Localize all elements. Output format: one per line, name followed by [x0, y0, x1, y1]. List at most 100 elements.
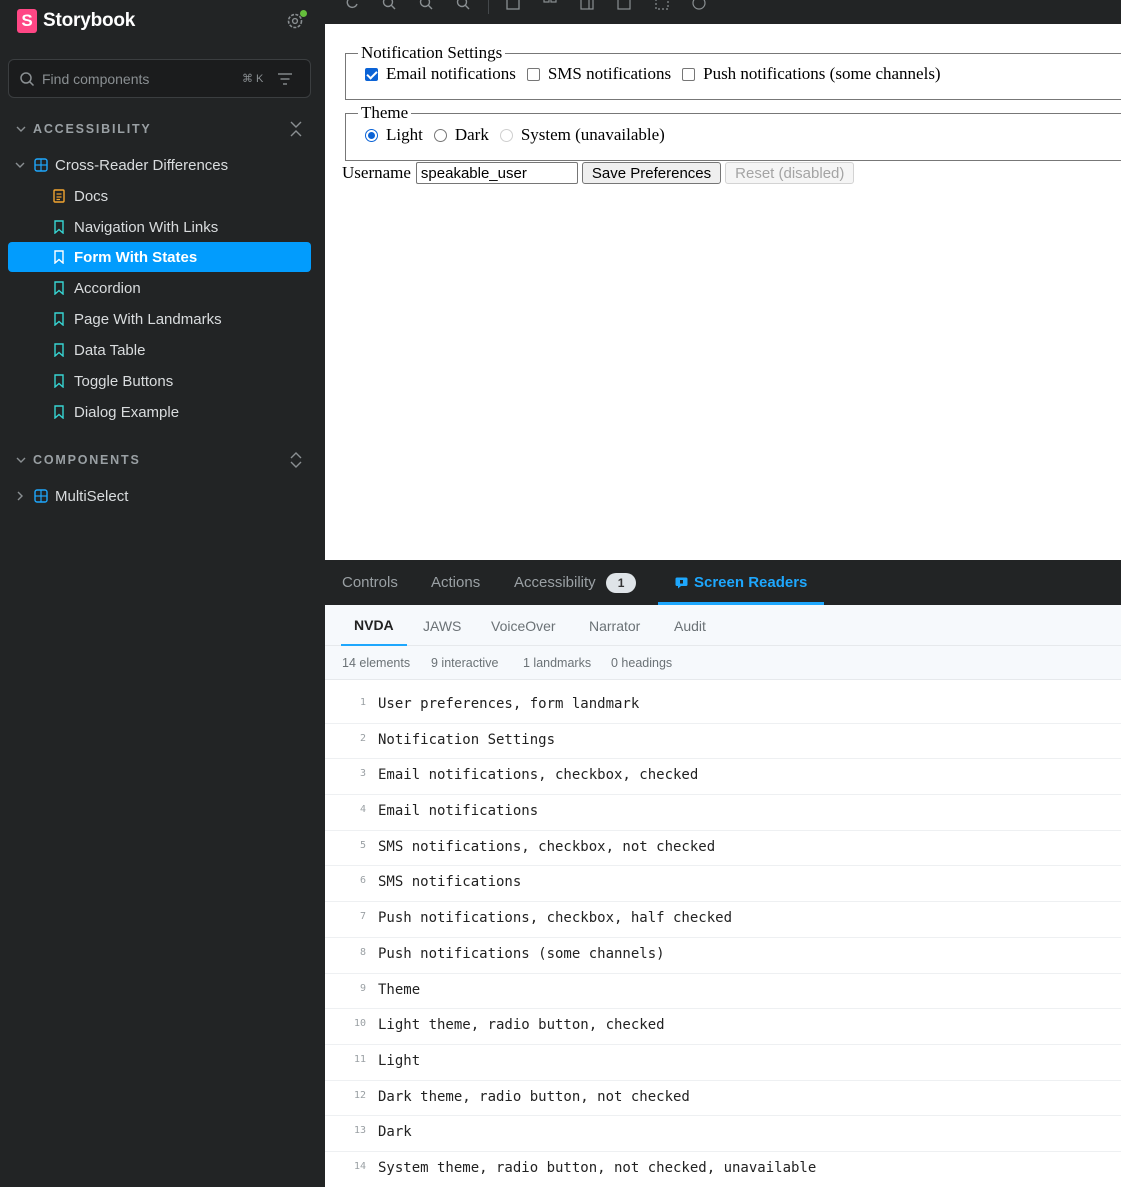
- output-row: 11 Light: [325, 1045, 1121, 1081]
- story-data-table[interactable]: Data Table: [8, 335, 311, 365]
- zoom-in-icon[interactable]: [382, 0, 396, 10]
- output-row: 5 SMS notifications, checkbox, not checke…: [325, 831, 1121, 867]
- notification-settings-legend: Notification Settings: [361, 43, 503, 62]
- zoom-reset-icon[interactable]: [456, 0, 470, 10]
- story-label: Accordion: [74, 279, 141, 297]
- grid-icon[interactable]: [543, 0, 557, 10]
- line-number: 5: [359, 839, 366, 851]
- push-notifications-label: Push notifications (some channels): [703, 64, 941, 83]
- story-navigation-with-links[interactable]: Navigation With Links: [8, 212, 311, 242]
- story-page-with-landmarks[interactable]: Page With Landmarks: [8, 304, 311, 334]
- bookmark-icon: [54, 374, 64, 388]
- tab-label: JAWS: [423, 617, 462, 634]
- output-row: 3 Email notifications, checkbox, checked: [325, 759, 1121, 796]
- viewport-icon[interactable]: [617, 0, 631, 10]
- line-number: 12: [353, 1089, 366, 1101]
- accessibility-icon[interactable]: [692, 0, 706, 10]
- announcement-text: Dark theme, radio button, not checked: [378, 1088, 690, 1105]
- update-indicator-dot: [300, 10, 307, 17]
- reader-tabs: NVDA JAWS VoiceOver Narrator Audit: [325, 605, 1121, 646]
- email-notifications-label: Email notifications: [386, 64, 516, 83]
- section-components[interactable]: COMPONENTS: [16, 450, 311, 470]
- light-theme-label: Light: [386, 125, 423, 144]
- tab-narrator[interactable]: Narrator: [589, 605, 640, 646]
- bookmark-icon: [54, 220, 64, 234]
- element-count: 14 elements: [342, 656, 411, 670]
- filter-icon[interactable]: [278, 72, 293, 85]
- line-number: 7: [359, 911, 366, 923]
- story-toggle-buttons[interactable]: Toggle Buttons: [8, 366, 311, 396]
- announcement-text: SMS notifications: [378, 874, 522, 891]
- search-box[interactable]: ⌘ K: [8, 59, 311, 98]
- zoom-out-icon[interactable]: [419, 0, 433, 10]
- announcement-text: Notification Settings: [378, 731, 556, 748]
- theme-fieldset: Theme Light Dark System (unavailable): [345, 103, 1121, 161]
- tab-voiceover[interactable]: VoiceOver: [491, 605, 556, 646]
- tab-audit[interactable]: Audit: [674, 605, 706, 646]
- search-icon: [20, 71, 35, 86]
- story-form-with-states[interactable]: Form With States: [8, 242, 311, 272]
- story-label: Form With States: [74, 248, 198, 266]
- line-number: 10: [353, 1018, 366, 1030]
- background-icon[interactable]: [506, 0, 520, 10]
- line-number: 14: [353, 1160, 366, 1172]
- username-input[interactable]: [415, 162, 578, 184]
- heading-count: 0 headings: [611, 656, 673, 670]
- dark-theme-radio[interactable]: [433, 128, 447, 142]
- search-input[interactable]: [42, 70, 232, 87]
- output-row: 10 Light theme, radio button, checked: [325, 1009, 1121, 1045]
- story-preview: Notification Settings Email notification…: [325, 24, 1121, 560]
- reload-icon[interactable]: [345, 0, 359, 10]
- collapse-all-icon[interactable]: [289, 119, 303, 139]
- storybook-logo: S: [17, 9, 37, 33]
- story-dialog-example[interactable]: Dialog Example: [8, 397, 311, 427]
- section-accessibility[interactable]: ACCESSIBILITY: [16, 119, 311, 139]
- tab-actions[interactable]: Actions: [431, 560, 480, 605]
- preview-toolbar: [325, 0, 1121, 24]
- announcement-text: Light theme, radio button, checked: [378, 1017, 665, 1034]
- line-number: 3: [359, 768, 366, 780]
- component-cross-reader-differences[interactable]: Cross-Reader Differences: [8, 150, 311, 180]
- story-accordion[interactable]: Accordion: [8, 273, 311, 303]
- measure-icon[interactable]: [655, 0, 669, 10]
- announcement-text: System theme, radio button, not checked,…: [378, 1159, 817, 1176]
- output-row: 4 Email notifications: [325, 795, 1121, 831]
- light-theme-radio[interactable]: [365, 128, 378, 142]
- landmark-count: 1 landmarks: [523, 656, 592, 670]
- app-name: Storybook: [43, 10, 136, 31]
- push-notifications-checkbox[interactable]: [682, 67, 696, 81]
- announcement-text: Theme: [378, 981, 421, 998]
- sms-notifications-checkbox[interactable]: [526, 67, 540, 81]
- save-preferences-button[interactable]: Save Preferences: [581, 162, 722, 184]
- tab-label: Actions: [431, 574, 481, 591]
- story-label: Docs: [74, 187, 109, 205]
- section-title: COMPONENTS: [33, 453, 141, 467]
- story-label: Dialog Example: [74, 403, 180, 421]
- system-theme-radio: [499, 128, 513, 142]
- addon-panel-tabs: Controls Actions Accessibility 1 Screen …: [325, 560, 1121, 605]
- bookmark-icon: [54, 312, 64, 326]
- tab-jaws[interactable]: JAWS: [423, 605, 461, 646]
- tab-label: Screen Readers: [694, 574, 808, 591]
- email-notifications-checkbox[interactable]: [365, 67, 378, 81]
- component-icon: [34, 158, 48, 172]
- bookmark-icon: [54, 343, 64, 357]
- tab-nvda[interactable]: NVDA: [341, 605, 407, 646]
- tab-accessibility[interactable]: Accessibility 1: [514, 560, 637, 605]
- sidebar-toggle-icon[interactable]: [580, 0, 594, 10]
- output-row: 1 User preferences, form landmark: [325, 688, 1121, 724]
- story-label: Page With Landmarks: [74, 310, 222, 328]
- expand-all-icon[interactable]: [289, 450, 303, 470]
- storybook-brand[interactable]: S Storybook: [17, 8, 135, 34]
- announcement-text: User preferences, form landmark: [378, 696, 640, 712]
- story-docs[interactable]: Docs: [8, 181, 311, 211]
- tab-controls[interactable]: Controls: [342, 560, 398, 605]
- tab-screen-readers[interactable]: Screen Readers: [658, 560, 825, 605]
- settings-button[interactable]: [286, 10, 307, 30]
- component-multiselect[interactable]: MultiSelect: [8, 481, 311, 511]
- chevron-down-icon: [15, 162, 25, 168]
- line-number: 9: [359, 982, 366, 994]
- story-label: Data Table: [74, 341, 146, 359]
- bookmark-icon: [54, 281, 64, 295]
- theme-legend: Theme: [361, 103, 409, 122]
